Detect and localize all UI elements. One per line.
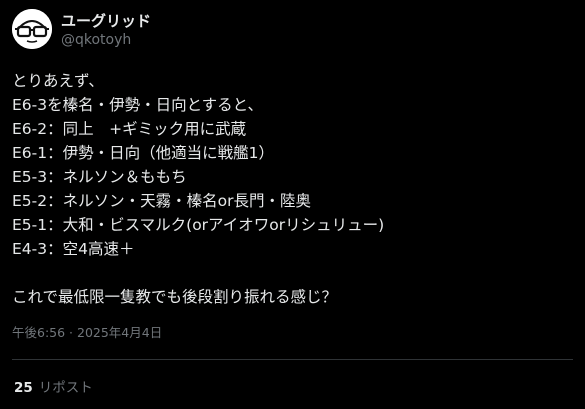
- glasses-face-icon: [12, 9, 52, 49]
- avatar[interactable]: [12, 9, 52, 49]
- user-handle[interactable]: @qkotoyh: [61, 32, 131, 48]
- tweet-line: これで最低限一隻教でも後段割り振れる感じ？: [12, 288, 338, 306]
- tweet-line: E5-1：大和・ビスマルク(orアイオワorリシュリュー): [12, 216, 385, 234]
- tweet-line: E6-1：伊勢・日向（他適当に戦艦1）: [12, 144, 274, 162]
- tweet-line: E6-2：同上 +ギミック用に武蔵: [12, 120, 247, 138]
- tweet-card: ユーグリッド @qkotoyh とりあえず、 E6-3を榛名・伊勢・日向とすると…: [0, 0, 585, 409]
- tweet-line: E5-3：ネルソン＆ももち: [12, 168, 187, 186]
- tweet-text: とりあえず、 E6-3を榛名・伊勢・日向とすると、 E6-2：同上 +ギミック用…: [12, 69, 572, 309]
- tweet-line: E5-2：ネルソン・天霧・榛名or長門・陸奥: [12, 192, 311, 210]
- repost-count: 25: [14, 380, 33, 396]
- repost-stat[interactable]: 25 リポスト: [14, 376, 93, 396]
- tweet-line: E4-3：空4高速＋: [12, 240, 135, 258]
- tweet-line: [12, 261, 572, 285]
- tweet-line: E6-3を榛名・伊勢・日向とすると、: [12, 96, 264, 114]
- display-name[interactable]: ユーグリッド: [61, 10, 151, 31]
- tweet-line: とりあえず、: [12, 72, 104, 90]
- tweet-timestamp[interactable]: 午後6:56 · 2025年4月4日: [12, 322, 162, 341]
- divider: [12, 359, 573, 360]
- repost-label: リポスト: [38, 380, 93, 396]
